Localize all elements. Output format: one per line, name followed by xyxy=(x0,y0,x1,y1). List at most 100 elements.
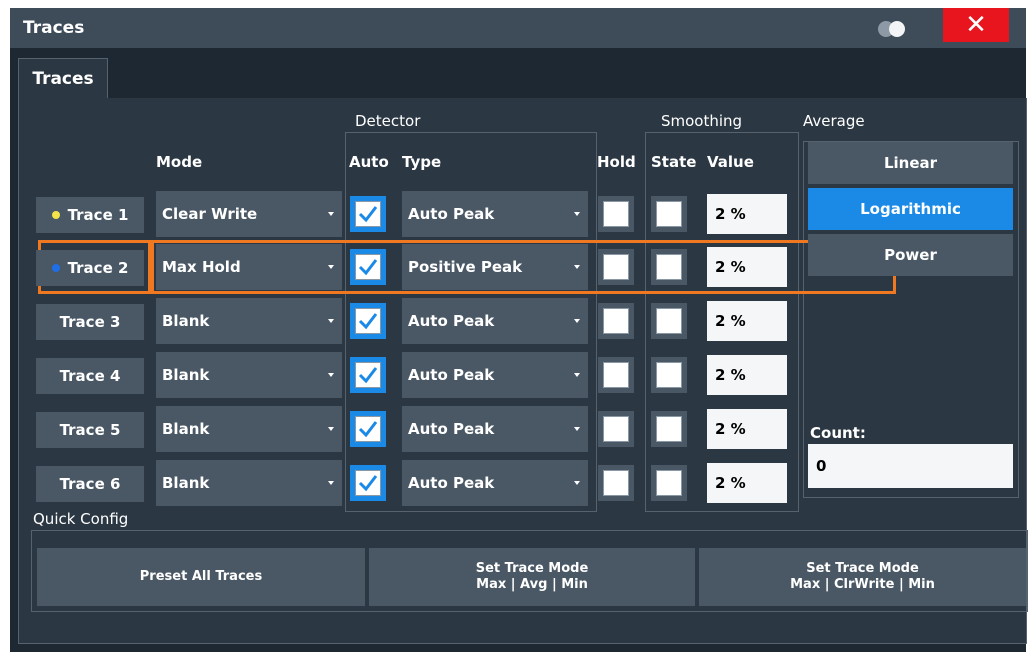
mode-value: Blank xyxy=(162,420,210,438)
trace-5-type-dropdown[interactable]: Auto Peak xyxy=(402,406,588,452)
average-linear-label: Linear xyxy=(883,154,938,172)
auto-column-header: Auto xyxy=(349,153,389,171)
dropdown-arrow-icon xyxy=(574,373,580,377)
trace-label: Trace 2 xyxy=(67,259,129,277)
trace-4-hold-checkbox[interactable] xyxy=(603,362,629,388)
trace-6-state-wrapper xyxy=(651,465,687,501)
trace-4-button[interactable]: Trace 4 xyxy=(36,358,144,394)
set-trace-mode-label: Set Trace Mode xyxy=(806,561,919,576)
average-power-button[interactable]: Power xyxy=(808,234,1013,276)
checkmark-icon xyxy=(358,475,378,492)
value-column-header: Value xyxy=(707,153,754,171)
trace-2-mode-dropdown[interactable]: Max Hold xyxy=(156,244,342,290)
trace-5-hold-checkbox[interactable] xyxy=(603,416,629,442)
toggle-icon[interactable] xyxy=(878,21,914,37)
mode-value: Blank xyxy=(162,366,210,384)
trace-label: Trace 1 xyxy=(67,206,129,224)
quick-config-header: Quick Config xyxy=(31,510,131,528)
average-logarithmic-button[interactable]: Logarithmic xyxy=(808,188,1013,230)
trace-3-state-wrapper xyxy=(651,303,687,339)
trace-label: Trace 4 xyxy=(59,367,121,385)
type-value: Positive Peak xyxy=(408,258,523,276)
set-trace-mode-max-clrwrite-min-button[interactable]: Set Trace Mode Max | ClrWrite | Min xyxy=(699,548,1026,606)
trace-2-type-dropdown[interactable]: Positive Peak xyxy=(402,244,588,290)
trace-3-hold-checkbox[interactable] xyxy=(603,308,629,334)
trace-5-auto-checkbox[interactable] xyxy=(355,416,381,442)
trace-2-state-checkbox[interactable] xyxy=(656,254,682,280)
type-column-header: Type xyxy=(402,153,442,171)
trace-1-state-checkbox[interactable] xyxy=(656,201,682,227)
trace-1-button[interactable]: Trace 1 xyxy=(36,197,144,233)
trace-3-auto-checkbox[interactable] xyxy=(355,308,381,334)
trace-2-hold-wrapper xyxy=(598,249,634,285)
smoothing-value: 2 % xyxy=(715,312,746,330)
dropdown-arrow-icon xyxy=(328,427,334,431)
trace-4-mode-dropdown[interactable]: Blank xyxy=(156,352,342,398)
average-linear-button[interactable]: Linear xyxy=(808,142,1013,184)
trace-3-mode-dropdown[interactable]: Blank xyxy=(156,298,342,344)
trace-5-smoothing-value-field[interactable]: 2 % xyxy=(707,409,787,449)
trace-4-smoothing-value-field[interactable]: 2 % xyxy=(707,355,787,395)
trace-4-state-checkbox[interactable] xyxy=(656,362,682,388)
trace-1-type-dropdown[interactable]: Auto Peak xyxy=(402,191,588,237)
preset-all-traces-label: Preset All Traces xyxy=(139,569,263,584)
trace-3-hold-wrapper xyxy=(598,303,634,339)
trace-3-button[interactable]: Trace 3 xyxy=(36,304,144,340)
smoothing-value: 2 % xyxy=(715,474,746,492)
trace-1-auto-checkbox[interactable] xyxy=(355,201,381,227)
type-value: Auto Peak xyxy=(408,205,495,223)
dropdown-arrow-icon xyxy=(328,212,334,216)
checkmark-icon xyxy=(358,367,378,384)
average-logarithmic-label: Logarithmic xyxy=(860,200,961,218)
trace-1-mode-dropdown[interactable]: Clear Write xyxy=(156,191,342,237)
set-trace-mode-max-avg-min-button[interactable]: Set Trace Mode Max | Avg | Min xyxy=(369,548,695,606)
trace-1-auto-wrapper xyxy=(350,196,386,232)
smoothing-value: 2 % xyxy=(715,205,746,223)
trace-5-state-checkbox[interactable] xyxy=(656,416,682,442)
trace-6-smoothing-value-field[interactable]: 2 % xyxy=(707,463,787,503)
trace-3-type-dropdown[interactable]: Auto Peak xyxy=(402,298,588,344)
trace-5-state-wrapper xyxy=(651,411,687,447)
dropdown-arrow-icon xyxy=(574,265,580,269)
mode-value: Clear Write xyxy=(162,205,258,223)
trace-6-type-dropdown[interactable]: Auto Peak xyxy=(402,460,588,506)
trace-3-state-checkbox[interactable] xyxy=(656,308,682,334)
close-icon: ✕ xyxy=(965,10,987,40)
trace-2-state-wrapper xyxy=(651,249,687,285)
trace-1-hold-checkbox[interactable] xyxy=(603,201,629,227)
trace-1-smoothing-value-field[interactable]: 2 % xyxy=(707,194,787,234)
trace-6-mode-dropdown[interactable]: Blank xyxy=(156,460,342,506)
trace-4-state-wrapper xyxy=(651,357,687,393)
close-button[interactable]: ✕ xyxy=(943,8,1009,42)
state-column-header: State xyxy=(651,153,697,171)
type-value: Auto Peak xyxy=(408,474,495,492)
trace-2-button[interactable]: Trace 2 xyxy=(36,250,144,286)
tab-traces[interactable]: Traces xyxy=(18,58,108,99)
trace-6-hold-checkbox[interactable] xyxy=(603,470,629,496)
trace-label: Trace 3 xyxy=(59,313,121,331)
trace-4-auto-checkbox[interactable] xyxy=(355,362,381,388)
type-value: Auto Peak xyxy=(408,366,495,384)
type-value: Auto Peak xyxy=(408,312,495,330)
trace-6-auto-checkbox[interactable] xyxy=(355,470,381,496)
trace-label: Trace 5 xyxy=(59,421,121,439)
checkmark-icon xyxy=(358,313,378,330)
tab-traces-label: Traces xyxy=(32,69,94,89)
hold-column-header: Hold xyxy=(597,153,636,171)
trace-5-mode-dropdown[interactable]: Blank xyxy=(156,406,342,452)
trace-label: Trace 6 xyxy=(59,475,121,493)
trace-3-smoothing-value-field[interactable]: 2 % xyxy=(707,301,787,341)
count-field[interactable]: 0 xyxy=(808,444,1013,488)
set-trace-mode-label: Set Trace Mode xyxy=(475,561,589,576)
trace-2-smoothing-value-field[interactable]: 2 % xyxy=(707,247,787,287)
trace-4-type-dropdown[interactable]: Auto Peak xyxy=(402,352,588,398)
trace-6-state-checkbox[interactable] xyxy=(656,470,682,496)
trace-5-button[interactable]: Trace 5 xyxy=(36,412,144,448)
trace-2-hold-checkbox[interactable] xyxy=(603,254,629,280)
trace-6-button[interactable]: Trace 6 xyxy=(36,466,144,502)
trace-5-hold-wrapper xyxy=(598,411,634,447)
preset-all-traces-button[interactable]: Preset All Traces xyxy=(37,548,365,606)
title-bar: Traces ✕ xyxy=(10,8,1026,48)
trace-2-auto-checkbox[interactable] xyxy=(355,254,381,280)
trace-4-hold-wrapper xyxy=(598,357,634,393)
